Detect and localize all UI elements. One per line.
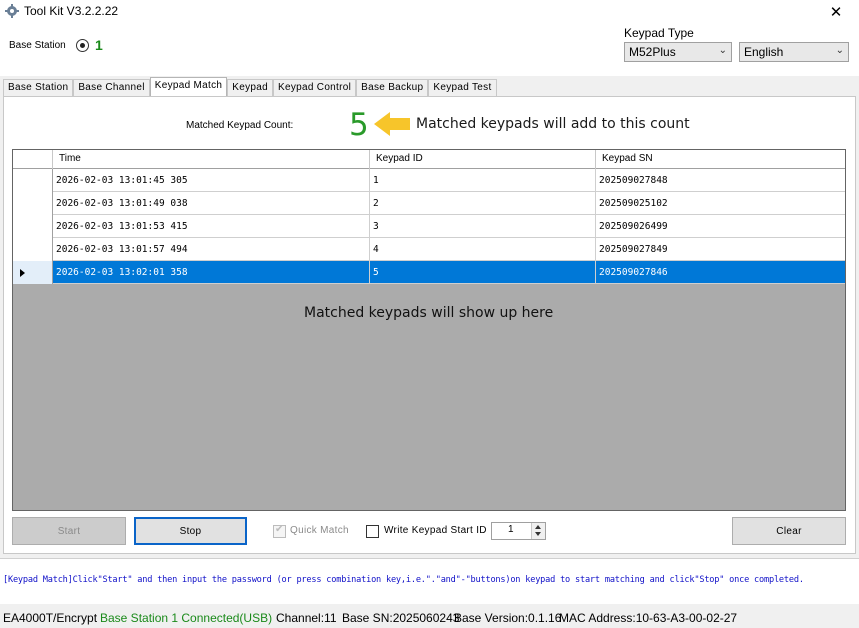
window-title: Tool Kit V3.2.2.22 <box>24 4 119 18</box>
status-channel: Channel:11 <box>276 611 337 625</box>
table-row[interactable]: 2026-02-03 13:01:53 415 3 202509026499 <box>13 215 845 238</box>
cell-time[interactable]: 2026-02-03 13:01:57 494 <box>53 238 370 261</box>
stepper-up-icon[interactable] <box>535 525 541 529</box>
base-station-label: Base Station <box>9 40 66 51</box>
write-start-id-label: Write Keypad Start ID <box>384 525 487 536</box>
grid-annotation: Matched keypads will show up here <box>304 305 554 321</box>
tab-base-backup[interactable]: Base Backup <box>356 79 429 97</box>
current-row-icon <box>20 269 25 277</box>
base-station-number: 1 <box>95 37 103 53</box>
status-mac-address: MAC Address:10-63-A3-00-02-27 <box>559 611 738 625</box>
keypad-type-value: M52Plus <box>629 45 676 59</box>
stepper-buttons[interactable] <box>531 523 545 539</box>
count-annotation: Matched keypads will add to this count <box>416 116 690 132</box>
arrow-left-icon <box>374 112 410 136</box>
cell-keypad-sn[interactable]: 202509027848 <box>596 169 845 192</box>
cell-keypad-id[interactable]: 4 <box>370 238 596 261</box>
status-model: EA4000T/Encrypt <box>3 611 98 625</box>
chevron-down-icon: ⌄ <box>718 45 727 56</box>
base-station-radio[interactable] <box>76 39 89 52</box>
header-bar: Base Station 1 Keypad Type M52Plus ⌄ Eng… <box>0 24 859 76</box>
tab-keypad-test[interactable]: Keypad Test <box>428 79 497 97</box>
write-start-id-checkbox[interactable] <box>366 525 379 538</box>
tab-base-channel[interactable]: Base Channel <box>73 79 150 97</box>
keypad-type-label: Keypad Type <box>624 26 694 40</box>
table-row[interactable]: 2026-02-03 13:01:57 494 4 202509027849 <box>13 238 845 261</box>
gear-icon <box>5 4 19 18</box>
column-header-keypad-sn[interactable]: Keypad SN <box>596 150 845 169</box>
close-button[interactable]: ✕ <box>813 0 859 24</box>
matched-count-label: Matched Keypad Count: <box>186 120 294 131</box>
status-base-sn: Base SN:2025060243 <box>342 611 460 625</box>
matched-count-value: 5 <box>349 107 369 143</box>
row-header[interactable] <box>13 261 53 284</box>
start-id-value: 1 <box>508 524 514 535</box>
tab-keypad-control[interactable]: Keypad Control <box>273 79 357 97</box>
instruction-message: [Keypad Match]Click"Start" and then inpu… <box>3 575 804 585</box>
cell-time[interactable]: 2026-02-03 13:01:49 038 <box>53 192 370 215</box>
tab-keypad-match[interactable]: Keypad Match <box>149 77 228 98</box>
cell-keypad-id[interactable]: 1 <box>370 169 596 192</box>
stepper-down-icon[interactable] <box>535 532 541 536</box>
title-bar: Tool Kit V3.2.2.22 ✕ <box>0 0 859 24</box>
close-icon: ✕ <box>829 4 843 21</box>
cell-keypad-sn[interactable]: 202509027849 <box>596 238 845 261</box>
matched-keypads-grid[interactable]: Time Keypad ID Keypad SN 2026-02-03 13:0… <box>12 149 846 511</box>
row-header-corner <box>13 150 53 169</box>
stop-button[interactable]: Stop <box>134 517 247 545</box>
clear-button[interactable]: Clear <box>732 517 846 545</box>
tab-keypad[interactable]: Keypad <box>227 79 273 97</box>
cell-keypad-id[interactable]: 3 <box>370 215 596 238</box>
keypad-type-select[interactable]: M52Plus ⌄ <box>624 42 732 62</box>
cell-time[interactable]: 2026-02-03 13:01:53 415 <box>53 215 370 238</box>
tab-base-station[interactable]: Base Station <box>3 79 74 97</box>
cell-time[interactable]: 2026-02-03 13:01:45 305 <box>53 169 370 192</box>
row-header[interactable] <box>13 215 53 238</box>
start-button[interactable]: Start <box>12 517 126 545</box>
status-base-version: Base Version:0.1.16 <box>454 611 562 625</box>
row-header[interactable] <box>13 169 53 192</box>
quick-match-checkbox[interactable] <box>273 524 286 538</box>
row-header[interactable] <box>13 192 53 215</box>
cell-keypad-sn[interactable]: 202509026499 <box>596 215 845 238</box>
grid-header: Time Keypad ID Keypad SN <box>13 150 845 169</box>
tab-strip: Base Station Base Channel Keypad Match K… <box>3 77 497 98</box>
table-row[interactable]: 2026-02-03 13:01:45 305 1 202509027848 <box>13 169 845 192</box>
status-bar: EA4000T/Encrypt Base Station 1 Connected… <box>0 606 859 628</box>
message-area: [Keypad Match]Click"Start" and then inpu… <box>0 558 859 604</box>
column-header-time[interactable]: Time <box>53 150 370 169</box>
table-row-selected[interactable]: 2026-02-03 13:02:01 358 5 202509027846 <box>13 261 845 284</box>
cell-keypad-sn[interactable]: 202509025102 <box>596 192 845 215</box>
chevron-down-icon: ⌄ <box>835 45 844 56</box>
cell-keypad-id[interactable]: 5 <box>370 261 596 284</box>
language-select[interactable]: English ⌄ <box>739 42 849 62</box>
column-header-keypad-id[interactable]: Keypad ID <box>370 150 596 169</box>
language-value: English <box>744 45 784 59</box>
cell-keypad-sn[interactable]: 202509027846 <box>596 261 845 284</box>
quick-match-label: Quick Match <box>290 525 349 536</box>
row-header[interactable] <box>13 238 53 261</box>
start-id-stepper[interactable]: 1 <box>491 522 546 540</box>
cell-time[interactable]: 2026-02-03 13:02:01 358 <box>53 261 370 284</box>
cell-keypad-id[interactable]: 2 <box>370 192 596 215</box>
grid-body: 2026-02-03 13:01:45 305 1 202509027848 2… <box>13 169 845 284</box>
table-row[interactable]: 2026-02-03 13:01:49 038 2 202509025102 <box>13 192 845 215</box>
status-connection: Base Station 1 Connected(USB) <box>100 611 273 625</box>
